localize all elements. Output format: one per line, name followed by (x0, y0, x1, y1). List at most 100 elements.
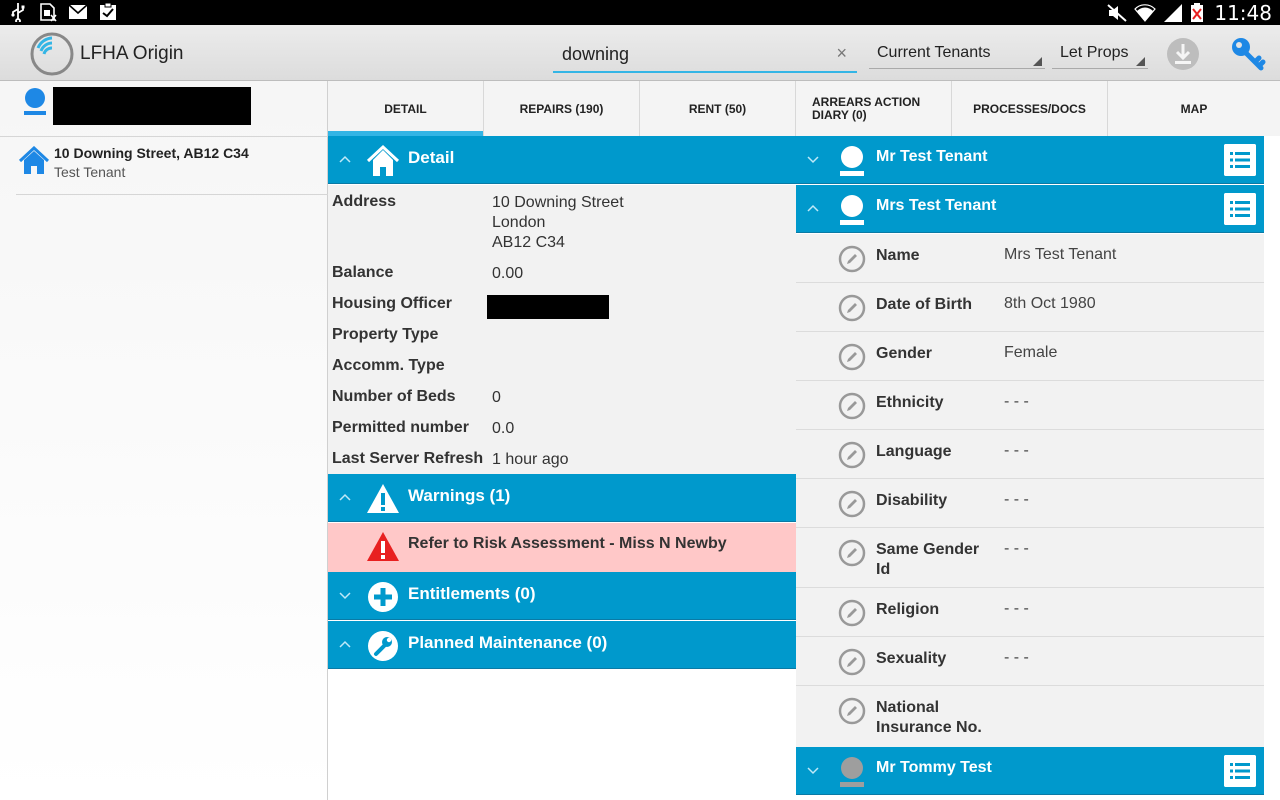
search-input[interactable] (562, 41, 822, 67)
property-detail-pane: Detail Address 10 Downing Street London … (328, 136, 796, 800)
tenant-field-dob[interactable]: Date of Birth 8th Oct 1980 (796, 283, 1264, 332)
edit-icon[interactable] (838, 294, 866, 322)
tab-detail[interactable]: DETAIL (328, 81, 484, 136)
tenant-field-disability[interactable]: Disability - - - (796, 479, 1264, 528)
field-value: - - - (1004, 491, 1029, 508)
field-label: Same Gender Id (876, 541, 980, 578)
key-icon[interactable] (1228, 35, 1268, 75)
list-item[interactable]: 10 Downing Street, AB12 C34 Test Tenant (16, 138, 328, 195)
dropdown-arrow-icon (1136, 57, 1145, 66)
wifi-icon (1134, 3, 1157, 22)
edit-icon[interactable] (838, 392, 866, 420)
tenant-filter-dropdown[interactable]: Current Tenants (869, 37, 1045, 69)
edit-icon[interactable] (838, 648, 866, 676)
tenant-field-gender[interactable]: Gender Female (796, 332, 1264, 381)
permitted-value: 0.0 (492, 420, 515, 437)
chevron-up-icon (339, 640, 351, 648)
mute-icon (1107, 3, 1128, 22)
tab-processes-docs[interactable]: PROCESSES/DOCS (952, 81, 1108, 136)
mail-icon (68, 4, 88, 19)
battery-icon (1191, 2, 1204, 22)
alert-icon (367, 532, 399, 561)
list-item[interactable]: Refer to Risk Assessment - Miss N Newby (328, 523, 796, 572)
redacted-housing-officer (487, 295, 609, 319)
house-icon (18, 146, 50, 174)
sim-card-icon (40, 3, 57, 22)
field-label: National Insurance No. (876, 699, 982, 736)
field-value: - - - (1004, 442, 1029, 459)
list-icon[interactable] (1224, 144, 1256, 176)
chevron-up-icon (807, 204, 819, 212)
tab-map[interactable]: MAP (1108, 81, 1280, 136)
clock: 11:48 (1214, 0, 1272, 25)
dropdown-arrow-icon (1033, 57, 1042, 66)
download-icon[interactable] (1166, 37, 1200, 71)
tab-repairs[interactable]: REPAIRS (190) (484, 81, 640, 136)
field-value: - - - (1004, 600, 1029, 617)
field-value: Female (1004, 344, 1058, 361)
edit-icon[interactable] (838, 245, 866, 273)
tab-arrears-action-diary[interactable]: ARREARS ACTION DIARY (0) (796, 81, 952, 136)
edit-icon[interactable] (838, 490, 866, 518)
result-tenant: Test Tenant (54, 164, 126, 180)
tenant-field-name[interactable]: Name Mrs Test Tenant (796, 234, 1264, 283)
chevron-down-icon (339, 592, 351, 600)
edit-icon[interactable] (838, 697, 866, 725)
signal-icon (1164, 3, 1183, 22)
entitlements-section-header[interactable]: Entitlements (0) (328, 572, 796, 620)
field-value: Mrs Test Tenant (1004, 246, 1117, 263)
field-value: 8th Oct 1980 (1004, 295, 1096, 312)
property-filter-value: Let Props (1060, 44, 1129, 61)
field-label: Gender (876, 345, 933, 362)
search-box[interactable]: × (553, 37, 857, 73)
action-bar: LFHA Origin × Current Tenants Let Props (0, 25, 1280, 81)
field-label: Disability (876, 492, 948, 509)
tenant-name: Mr Test Tenant (876, 148, 988, 165)
edit-icon[interactable] (838, 441, 866, 469)
address-line1: 10 Downing Street (492, 194, 624, 211)
edit-icon[interactable] (838, 599, 866, 627)
clipboard-check-icon (100, 2, 116, 20)
tenant-avatar-icon (840, 195, 864, 225)
property-filter-dropdown[interactable]: Let Props (1052, 37, 1148, 69)
warnings-section-header[interactable]: Warnings (1) (328, 474, 796, 522)
tenant-field-same-gender-id[interactable]: Same Gender Id - - - (796, 528, 1264, 588)
tenants-pane: Mr Test Tenant Mrs Test Tenant Name Mrs … (796, 136, 1264, 800)
tenant-field-ni-number[interactable]: National Insurance No. (796, 686, 1264, 746)
list-icon[interactable] (1224, 193, 1256, 225)
planned-maintenance-section-header[interactable]: Planned Maintenance (0) (328, 621, 796, 669)
result-address: 10 Downing Street, AB12 C34 (54, 145, 249, 161)
tenant-field-language[interactable]: Language - - - (796, 430, 1264, 479)
field-value: - - - (1004, 649, 1029, 666)
plus-circle-icon (368, 582, 398, 612)
field-value: - - - (1004, 540, 1029, 557)
field-label: Sexuality (876, 650, 947, 667)
clear-search-icon[interactable]: × (836, 43, 847, 63)
house-icon (366, 144, 400, 176)
tenant-avatar-icon (840, 757, 864, 787)
tenant-header[interactable]: Mrs Test Tenant (796, 185, 1264, 233)
list-icon[interactable] (1224, 755, 1256, 787)
tenant-name: Mr Tommy Test (876, 759, 992, 776)
tenant-field-religion[interactable]: Religion - - - (796, 588, 1264, 637)
beds-value: 0 (492, 389, 501, 406)
usb-icon (11, 3, 25, 22)
field-label: Religion (876, 601, 940, 618)
redacted-username (53, 87, 251, 125)
detail-section-title: Detail (408, 148, 455, 167)
address-label: Address (332, 193, 397, 210)
tab-rent[interactable]: RENT (50) (640, 81, 796, 136)
detail-section-header[interactable]: Detail (328, 136, 796, 184)
edit-icon[interactable] (838, 343, 866, 371)
tenant-field-ethnicity[interactable]: Ethnicity - - - (796, 381, 1264, 430)
balance-label: Balance (332, 264, 394, 281)
current-user-row[interactable] (0, 81, 328, 137)
tenant-header[interactable]: Mr Test Tenant (796, 136, 1264, 184)
field-label: Ethnicity (876, 394, 944, 411)
field-label: Date of Birth (876, 296, 972, 313)
tenant-field-sexuality[interactable]: Sexuality - - - (796, 637, 1264, 686)
tenant-header[interactable]: Mr Tommy Test (796, 747, 1264, 795)
edit-icon[interactable] (838, 539, 866, 567)
permitted-label: Permitted number (332, 419, 469, 436)
chevron-down-icon (807, 156, 819, 164)
